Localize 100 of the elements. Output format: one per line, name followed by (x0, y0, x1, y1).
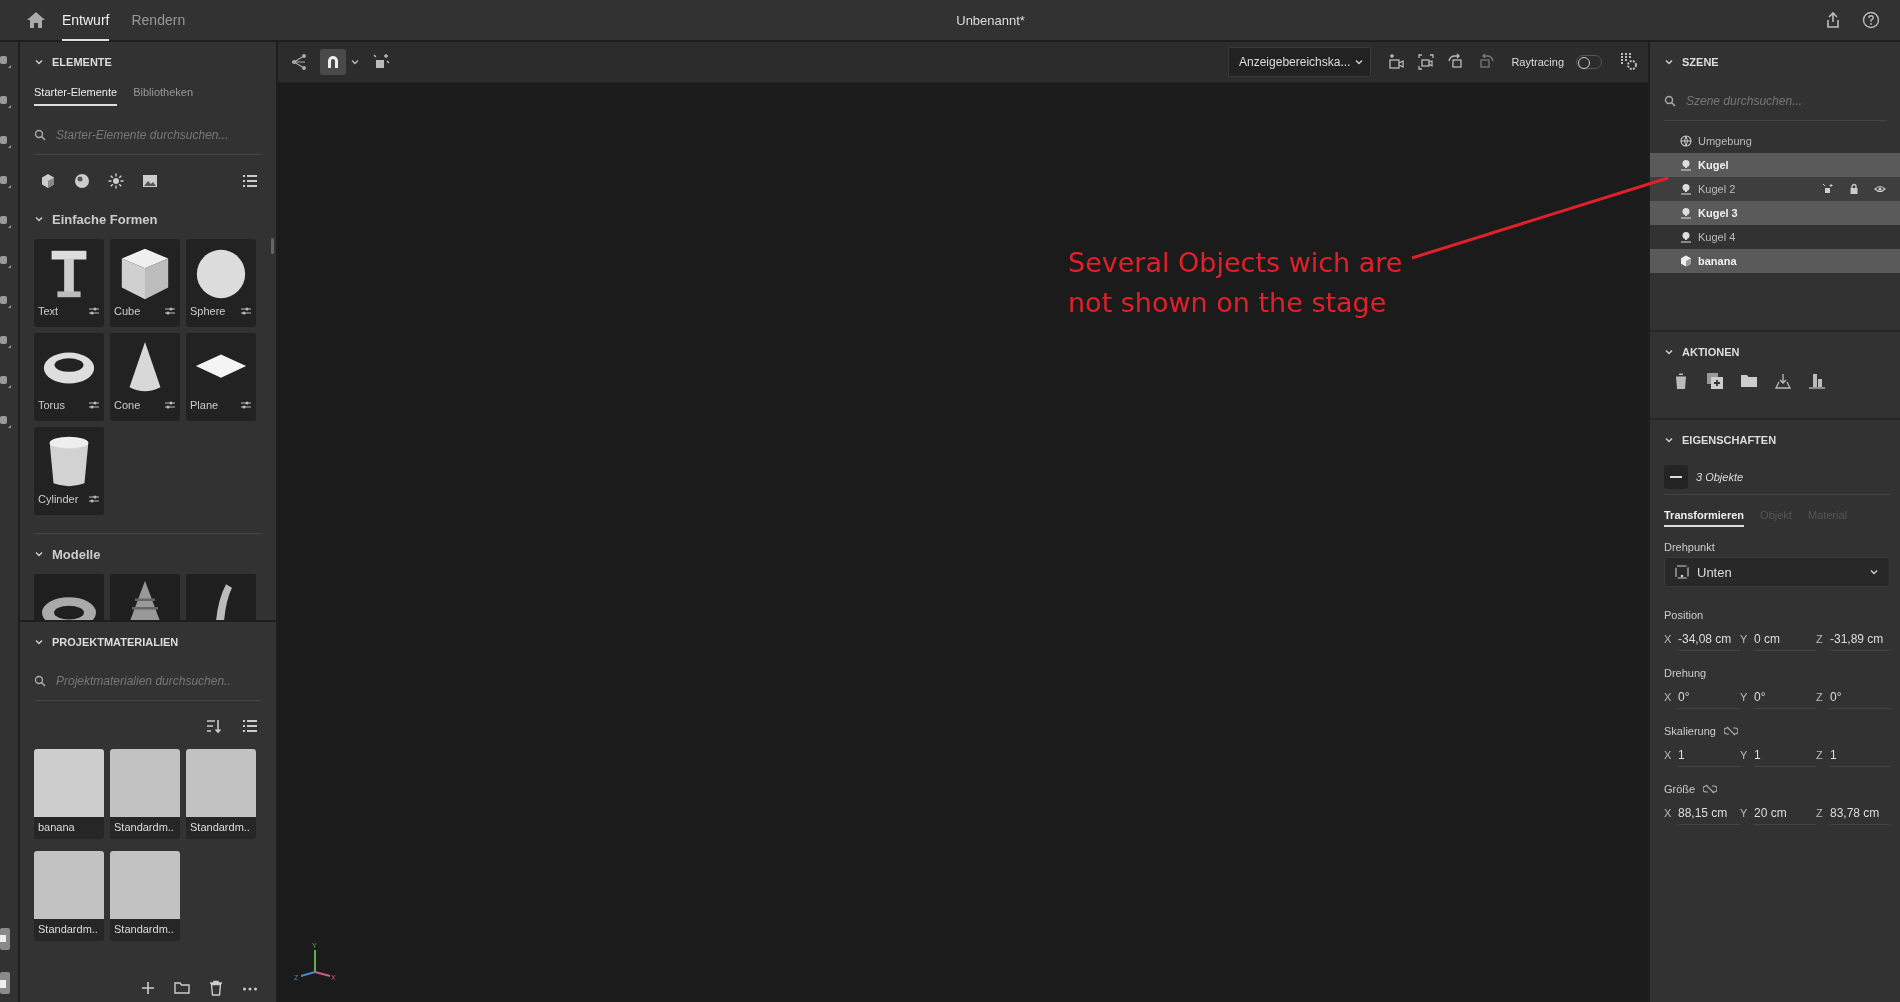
light-icon[interactable] (108, 173, 124, 189)
folder-icon[interactable] (174, 980, 190, 996)
material-label: Standardm.. (37, 922, 99, 935)
search-field[interactable]: Starter-Elemente durchsuchen... (54, 127, 262, 143)
material-swatch[interactable]: Standardm.. (186, 749, 256, 839)
scene-item[interactable]: Kugel 2 (1650, 177, 1900, 201)
light-object-icon (1680, 207, 1692, 219)
field-label: Skalierung (1664, 725, 1716, 737)
shape-tile[interactable]: Cube (110, 239, 180, 327)
chevron-icon[interactable] (34, 637, 44, 647)
search-field[interactable]: Projektmaterialien durchsuchen.. (54, 673, 262, 689)
panel-icon[interactable] (0, 928, 12, 950)
add-icon[interactable] (140, 980, 156, 996)
list-view-icon[interactable] (242, 718, 258, 734)
caret-icon[interactable] (350, 57, 360, 67)
scene-item[interactable]: Umgebung (1650, 129, 1900, 153)
sphere-icon[interactable] (74, 173, 90, 189)
camera-redo-icon[interactable] (1477, 53, 1496, 71)
number-field[interactable]: -31,89 cm (1830, 627, 1890, 651)
drop-to-ground-icon[interactable] (1774, 372, 1792, 390)
shape-tile[interactable]: Cone (110, 333, 180, 421)
nodes-icon[interactable] (290, 53, 308, 71)
share-icon[interactable] (1824, 11, 1842, 29)
library-tab[interactable]: Bibliotheken (133, 82, 194, 106)
chevron-icon[interactable] (34, 57, 44, 67)
material-swatch[interactable]: Standardm.. (110, 851, 180, 941)
sparkle-icon[interactable] (1822, 183, 1834, 195)
sliders-icon[interactable] (88, 400, 100, 410)
library-tab[interactable]: Starter-Elemente (34, 82, 118, 106)
axis-label: Z (1816, 807, 1824, 819)
axis-label: X (1664, 807, 1673, 819)
layers-icon[interactable] (0, 972, 12, 994)
help-icon[interactable] (1862, 11, 1880, 29)
section-title: PROJEKTMATERIALIEN (52, 636, 179, 648)
document-title: Unbenannt* (955, 12, 1026, 28)
snap-button[interactable] (320, 49, 346, 75)
number-field[interactable]: 1 (1830, 743, 1890, 767)
number-field[interactable]: 88,15 cm (1678, 801, 1740, 825)
camera-frame-icon[interactable] (1417, 53, 1436, 71)
field-label: Position (1664, 609, 1704, 621)
shape-tile[interactable]: Text (34, 239, 104, 327)
scene-item[interactable]: banana (1650, 249, 1900, 273)
number-field[interactable]: 0° (1754, 685, 1816, 709)
image-icon[interactable] (142, 173, 158, 189)
scene-item[interactable]: Kugel 4 (1650, 225, 1900, 249)
home-icon[interactable] (26, 11, 46, 29)
eye-icon[interactable] (1874, 183, 1886, 195)
number-field[interactable]: 20 cm (1754, 801, 1816, 825)
trash-icon[interactable] (208, 980, 224, 996)
axis-label: X (1664, 633, 1673, 645)
number-field[interactable]: 0° (1830, 685, 1890, 709)
shape-tile[interactable]: Plane (186, 333, 256, 421)
chevron-icon[interactable] (34, 549, 44, 559)
number-field[interactable]: 1 (1678, 743, 1740, 767)
chevron-icon[interactable] (1664, 57, 1674, 67)
chevron-icon[interactable] (1664, 435, 1674, 445)
material-swatch[interactable]: Standardm.. (34, 851, 104, 941)
number-field[interactable]: 0° (1678, 685, 1740, 709)
shape-tile[interactable]: Cylinder (34, 427, 104, 515)
unlink-icon[interactable] (1724, 726, 1738, 736)
chevron-icon[interactable] (1664, 347, 1674, 357)
sliders-icon[interactable] (88, 494, 100, 504)
property-tab[interactable]: Transformieren (1664, 505, 1745, 527)
folder-icon[interactable] (1740, 372, 1758, 390)
chevron-icon[interactable] (34, 214, 44, 224)
scene-item[interactable]: Kugel 3 (1650, 201, 1900, 225)
sparkle-icon[interactable] (372, 53, 390, 71)
section-title: AKTIONEN (1682, 346, 1740, 358)
number-field[interactable]: 1 (1754, 743, 1816, 767)
pivot-dropdown[interactable]: Unten (1664, 557, 1890, 587)
sort-icon[interactable] (206, 718, 222, 734)
sliders-icon[interactable] (88, 306, 100, 316)
list-view-icon[interactable] (242, 173, 258, 189)
search-field[interactable]: Szene durchsuchen... (1684, 93, 1886, 109)
unlink-icon[interactable] (1703, 784, 1718, 794)
material-swatch[interactable]: banana (34, 749, 104, 839)
mode-tab[interactable]: Rendern (131, 0, 186, 41)
scene-item[interactable]: Kugel (1650, 153, 1900, 177)
number-field[interactable]: -34,08 cm (1678, 627, 1740, 651)
cube-icon[interactable] (40, 173, 56, 189)
field-label: Drehpunkt (1664, 541, 1716, 553)
sliders-icon[interactable] (240, 400, 252, 410)
search-icon (1664, 95, 1676, 107)
shape-tile[interactable]: Sphere (186, 239, 256, 327)
number-field[interactable]: 83,78 cm (1830, 801, 1890, 825)
shape-tile[interactable]: Torus (34, 333, 104, 421)
number-field[interactable]: 0 cm (1754, 627, 1816, 651)
lock-icon[interactable] (1848, 183, 1860, 195)
raytracing-toggle[interactable] (1576, 55, 1602, 69)
duplicate-icon[interactable] (1706, 372, 1724, 390)
view-dropdown[interactable]: Anzeigebereichska... (1228, 47, 1372, 77)
camera-add-icon[interactable] (1387, 53, 1406, 71)
align-icon[interactable] (1808, 372, 1826, 390)
render-settings-icon[interactable] (1620, 53, 1638, 71)
sliders-icon[interactable] (164, 400, 176, 410)
axis-label: Z (1816, 691, 1824, 703)
material-swatch[interactable]: Standardm.. (110, 749, 180, 839)
sliders-icon[interactable] (240, 306, 252, 316)
sliders-icon[interactable] (164, 306, 176, 316)
selection-checkbox[interactable] (1664, 465, 1688, 489)
